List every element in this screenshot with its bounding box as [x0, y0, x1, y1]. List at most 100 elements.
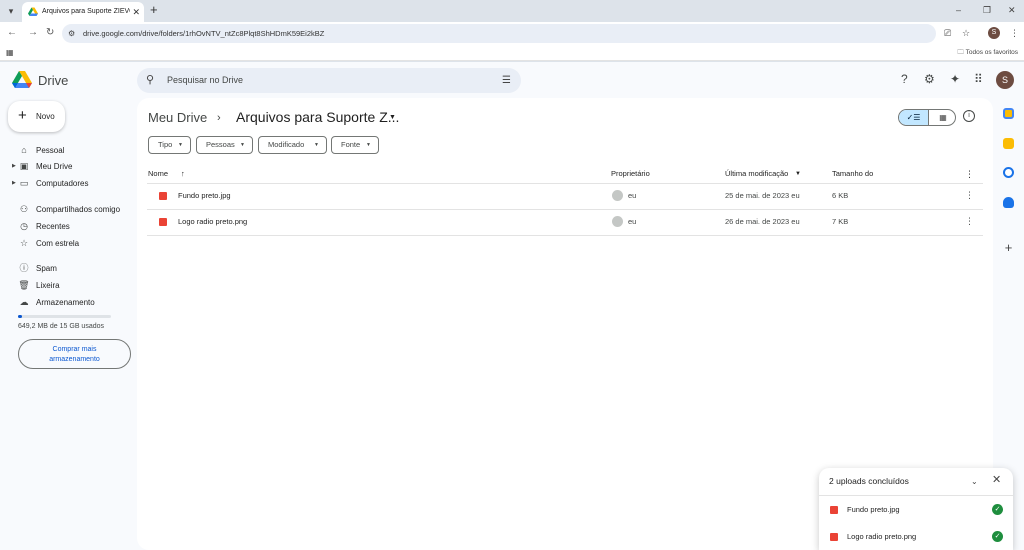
sort-arrow-up-icon[interactable]: ↑: [181, 169, 185, 179]
table-row[interactable]: Logo radio preto.png eu 26 de mai. de 20…: [147, 210, 983, 235]
chevron-down-icon: ▼: [366, 142, 371, 148]
sort-caret-down-icon[interactable]: ▼: [795, 169, 801, 179]
more-actions-icon[interactable]: ⋮: [965, 216, 974, 226]
browser-profile-avatar[interactable]: S: [988, 27, 1000, 39]
close-icon[interactable]: ✕: [992, 474, 1001, 487]
home-icon: ⌂: [21, 145, 27, 155]
tab-search-icon[interactable]: ▾: [4, 4, 18, 18]
image-file-icon: [159, 192, 167, 200]
all-bookmarks-button[interactable]: 🗀 Todos os favoritos: [957, 48, 1018, 58]
apps-grid-icon[interactable]: ⠿: [974, 72, 983, 86]
filter-label: Fonte: [341, 140, 361, 149]
forward-icon[interactable]: →: [28, 26, 38, 40]
add-addon-icon[interactable]: +: [1003, 241, 1014, 254]
search-icon[interactable]: ⚲: [146, 74, 154, 87]
nav-item-com-estrela[interactable]: ☆ Com estrela: [0, 235, 130, 251]
account-avatar[interactable]: S: [996, 71, 1014, 89]
more-actions-icon[interactable]: ⋮: [965, 190, 974, 200]
info-icon[interactable]: i: [963, 110, 975, 122]
window-close-icon[interactable]: ✕: [1008, 3, 1016, 17]
reload-icon[interactable]: ↻: [46, 26, 54, 40]
calendar-icon[interactable]: [1003, 108, 1014, 119]
tab-strip: ▾ Arquivos para Suporte ZIEVO - ✕ + – ❐ …: [0, 0, 1024, 22]
browser-toolbar: ← → ↻ ⚙ drive.google.com/drive/folders/1…: [0, 22, 1024, 45]
expand-caret-icon[interactable]: ▶: [12, 161, 16, 171]
buy-storage-label-line1: Comprar mais: [52, 346, 97, 353]
upload-item-name: Logo radio preto.png: [847, 532, 917, 541]
drive-app: Drive ⚲ Pesquisar no Drive ☰ ? ⚙ ✦ ⠿ S +…: [0, 62, 1024, 550]
image-file-icon: [830, 533, 838, 541]
nav-item-lixeira[interactable]: 🗑 Lixeira: [0, 277, 130, 293]
tab-title: Arquivos para Suporte ZIEVO -: [42, 8, 130, 15]
nav-item-armazenamento[interactable]: ☁ Armazenamento: [0, 294, 130, 310]
column-header-size[interactable]: Tamanho do: [832, 169, 873, 179]
search-options-icon[interactable]: ☰: [502, 74, 511, 87]
upload-item[interactable]: Fundo preto.jpg ✓: [819, 499, 1013, 521]
tab-close-icon[interactable]: ✕: [132, 6, 140, 18]
file-name[interactable]: Logo radio preto.png: [178, 217, 247, 227]
search-bar[interactable]: ⚲ Pesquisar no Drive ☰: [137, 68, 521, 93]
app-name[interactable]: Drive: [38, 73, 68, 89]
help-icon[interactable]: ?: [901, 72, 908, 86]
filter-tipo[interactable]: Tipo ▼: [148, 136, 191, 154]
view-toggle: ✓☰ ▦: [898, 109, 956, 126]
storage-usage-text: 649,2 MB de 15 GB usados: [18, 323, 104, 330]
new-tab-icon[interactable]: +: [150, 3, 158, 17]
nav-label: Meu Drive: [36, 162, 73, 171]
nav-label: Lixeira: [36, 281, 60, 290]
install-app-icon[interactable]: ⎚: [944, 27, 951, 39]
keep-icon[interactable]: [1003, 138, 1014, 149]
nav-item-computadores[interactable]: ▶ ▭ Computadores: [0, 175, 130, 191]
settings-gear-icon[interactable]: ⚙: [924, 72, 935, 86]
file-name[interactable]: Fundo preto.jpg: [178, 191, 231, 201]
column-options-icon[interactable]: ⋮: [965, 169, 974, 179]
drive-logo-icon[interactable]: [12, 71, 32, 89]
column-header-modified[interactable]: Última modificação: [725, 169, 788, 179]
tasks-icon[interactable]: [1003, 167, 1014, 178]
back-icon[interactable]: ←: [7, 26, 17, 40]
check-circle-icon: ✓: [992, 531, 1003, 542]
filter-label: Tipo: [158, 140, 173, 149]
folder-menu-caret-icon[interactable]: ▼: [389, 113, 396, 123]
expand-caret-icon[interactable]: ▶: [12, 178, 16, 188]
upload-item[interactable]: Logo radio preto.png ✓: [819, 526, 1013, 548]
active-tab[interactable]: Arquivos para Suporte ZIEVO - ✕: [22, 2, 144, 22]
nav-item-pessoal[interactable]: ⌂ Pessoal: [0, 142, 130, 158]
address-bar[interactable]: ⚙ drive.google.com/drive/folders/1rhOvNT…: [62, 24, 970, 43]
column-header-owner[interactable]: Proprietário: [611, 169, 650, 179]
site-info-icon[interactable]: ⚙: [68, 27, 75, 40]
nav-item-meu-drive[interactable]: ▶ ▣ Meu Drive: [0, 158, 130, 174]
browser-menu-icon[interactable]: ⋮: [1010, 27, 1019, 39]
contacts-icon[interactable]: [1003, 197, 1014, 208]
nav-item-spam[interactable]: ⓘ Spam: [0, 260, 130, 276]
spam-icon: ⓘ: [19, 263, 29, 273]
gemini-sparkle-icon[interactable]: ✦: [950, 72, 960, 86]
nav-label: Armazenamento: [36, 298, 95, 307]
table-row[interactable]: Fundo preto.jpg eu 25 de mai. de 2023 eu…: [147, 184, 983, 209]
filter-pessoas[interactable]: Pessoas ▼: [196, 136, 253, 154]
search-input[interactable]: Pesquisar no Drive: [167, 74, 243, 87]
nav-item-recentes[interactable]: ◷ Recentes: [0, 218, 130, 234]
breadcrumb-root[interactable]: Meu Drive: [148, 110, 207, 126]
file-owner: eu: [628, 217, 637, 226]
bookmark-star-icon[interactable]: ☆: [962, 27, 970, 39]
filter-modificado[interactable]: Modificado ▼: [258, 136, 327, 154]
clock-icon: ◷: [20, 221, 28, 231]
minimize-icon[interactable]: –: [956, 3, 961, 17]
trash-icon: 🗑: [18, 280, 30, 290]
nav-label: Pessoal: [36, 146, 65, 155]
restore-icon[interactable]: ❐: [983, 3, 991, 17]
list-view-icon[interactable]: ✓☰: [899, 110, 929, 125]
buy-storage-button[interactable]: Comprar mais armazenamento: [18, 339, 131, 369]
drive-favicon-icon: [28, 7, 38, 16]
collapse-chevron-icon[interactable]: ⌄: [971, 476, 978, 487]
grid-view-icon[interactable]: ▦: [929, 110, 955, 125]
owner-avatar-icon: [612, 190, 623, 201]
shared-people-icon: ⚇: [19, 204, 29, 214]
filter-fonte[interactable]: Fonte ▼: [331, 136, 379, 154]
new-button[interactable]: + Novo: [8, 101, 65, 132]
nav-item-compartilhados[interactable]: ⚇ Compartilhados comigo: [0, 201, 130, 217]
apps-icon[interactable]: ▦: [6, 48, 14, 58]
breadcrumb-current-folder[interactable]: Arquivos para Suporte Z...: [236, 109, 399, 126]
column-header-name[interactable]: Nome: [148, 169, 168, 179]
